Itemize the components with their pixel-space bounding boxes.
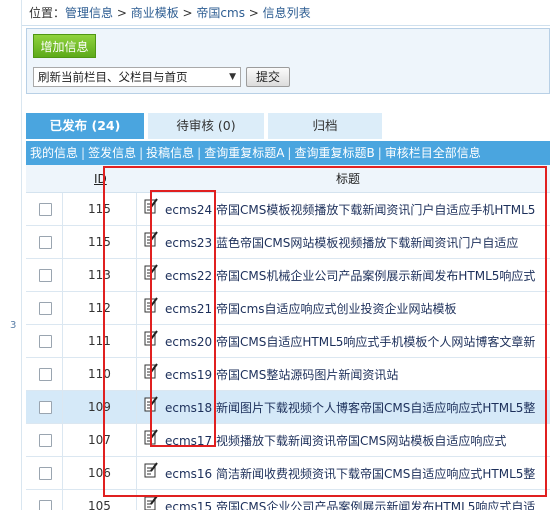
row-checkbox[interactable] bbox=[39, 401, 52, 414]
row-checkbox[interactable] bbox=[39, 500, 52, 510]
row-checkbox[interactable] bbox=[39, 302, 52, 315]
link-submitted-info[interactable]: 投稿信息 bbox=[146, 146, 194, 160]
tab-pending-review[interactable]: 待审核 (0) bbox=[148, 113, 264, 139]
breadcrumb: 位置：管理信息 > 商业模板 > 帝国cms > 信息列表 bbox=[22, 0, 550, 26]
breadcrumb-item-info-list[interactable]: 信息列表 bbox=[263, 6, 311, 20]
add-info-button[interactable]: 增加信息 bbox=[33, 34, 96, 58]
link-dup-title-a[interactable]: 查询重复标题A bbox=[204, 146, 284, 160]
breadcrumb-item-empirecms[interactable]: 帝国cms bbox=[196, 6, 245, 20]
row-checkbox[interactable] bbox=[39, 467, 52, 480]
breadcrumb-item-business-template[interactable]: 商业模板 bbox=[131, 6, 179, 20]
tab-published[interactable]: 已发布 (24) bbox=[26, 113, 144, 139]
row-checkbox[interactable] bbox=[39, 335, 52, 348]
action-panel: 增加信息 刷新当前栏目、父栏目与首页 ▼ 提交 bbox=[26, 28, 550, 94]
status-tabs: 已发布 (24) 待审核 (0) 归档 bbox=[26, 113, 550, 139]
link-dup-title-b[interactable]: 查询重复标题B bbox=[294, 146, 374, 160]
annotation-box-inner bbox=[150, 190, 216, 447]
row-checkbox[interactable] bbox=[39, 203, 52, 216]
breadcrumb-prefix: 位置： bbox=[29, 6, 66, 20]
left-frame-marker: 3 bbox=[10, 320, 17, 331]
link-my-info[interactable]: 我的信息 bbox=[30, 146, 78, 160]
left-frame-strip: 3 bbox=[0, 0, 22, 510]
refresh-scope-select[interactable]: 刷新当前栏目、父栏目与首页 ▼ bbox=[33, 67, 241, 87]
refresh-scope-value: 刷新当前栏目、父栏目与首页 bbox=[38, 70, 188, 84]
dropdown-arrow-icon[interactable]: ▼ bbox=[229, 68, 236, 86]
submit-button[interactable]: 提交 bbox=[246, 67, 290, 87]
tab-archive[interactable]: 归档 bbox=[268, 113, 382, 139]
link-review-all[interactable]: 审核栏目全部信息 bbox=[385, 146, 481, 160]
row-checkbox[interactable] bbox=[39, 368, 52, 381]
breadcrumb-item-manage[interactable]: 管理信息 bbox=[65, 6, 113, 20]
link-signed-info[interactable]: 签发信息 bbox=[88, 146, 136, 160]
row-checkbox[interactable] bbox=[39, 269, 52, 282]
row-checkbox[interactable] bbox=[39, 434, 52, 447]
filter-links-bar: 我的信息 | 签发信息 | 投稿信息 | 查询重复标题A | 查询重复标题B | 审核栏目全部信息 bbox=[26, 141, 550, 165]
row-checkbox[interactable] bbox=[39, 236, 52, 249]
edit-icon[interactable] bbox=[144, 495, 158, 510]
